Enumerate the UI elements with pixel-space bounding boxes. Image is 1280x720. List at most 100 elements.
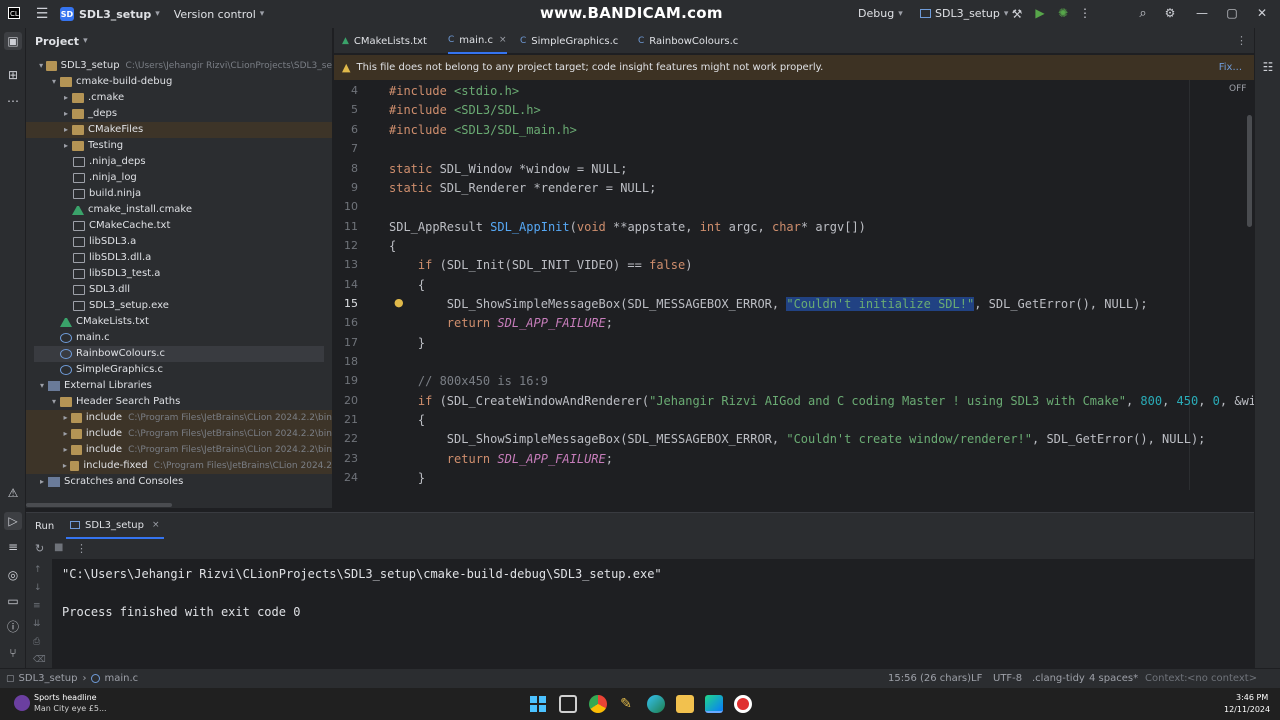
context-value[interactable]: <no context>: [1187, 673, 1257, 684]
tree-item-cmakefiles[interactable]: ▸ CMakeFiles: [26, 122, 332, 138]
project-panel-hscrollbar[interactable]: [26, 503, 172, 507]
breadcrumb-project[interactable]: SDL3_setup: [19, 673, 78, 684]
run-config-target[interactable]: SDL3_setup ▾: [920, 7, 1008, 20]
run-play-icon[interactable]: ▶: [1028, 6, 1052, 20]
indent-setting[interactable]: 4 spaces*: [1089, 673, 1138, 684]
scroll-up-icon[interactable]: ↑: [34, 565, 42, 575]
tree-item-cmake-build-debug[interactable]: ▾ cmake-build-debug: [26, 74, 332, 90]
file-encoding[interactable]: UTF-8: [993, 673, 1022, 684]
database-icon[interactable]: ☷: [1259, 58, 1277, 76]
caret-position[interactable]: 15:56 (26 chars): [888, 673, 971, 684]
tree-item-cmakelists[interactable]: CMakeLists.txt: [26, 314, 332, 330]
tab-options-icon[interactable]: ⋮: [1236, 34, 1247, 47]
bandicam-record-icon[interactable]: [734, 695, 752, 713]
fix-link[interactable]: Fix...: [1219, 62, 1242, 73]
maximize-icon[interactable]: ▢: [1220, 6, 1244, 20]
rerun-icon[interactable]: ↻: [35, 542, 44, 555]
tool-app-icon[interactable]: ✎: [617, 695, 635, 713]
tree-item-simplegraphics[interactable]: SimpleGraphics.c: [26, 362, 332, 378]
tree-item-testing[interactable]: ▸ Testing: [26, 138, 332, 154]
tree-item-header-search-paths[interactable]: ▾ Header Search Paths: [26, 394, 332, 410]
clock-date[interactable]: 12/11/2024: [1224, 705, 1270, 714]
tab-main-c[interactable]: C main.c ×: [448, 28, 507, 54]
tree-item-build-ninja[interactable]: build.ninja: [26, 186, 332, 202]
tree-item-libsdl3-a[interactable]: libSDL3.a: [26, 234, 332, 250]
breadcrumb-file[interactable]: main.c: [104, 673, 138, 684]
text-file-icon: [73, 221, 85, 231]
tree-item-ninja-deps[interactable]: .ninja_deps: [26, 154, 332, 170]
file-explorer-icon[interactable]: [676, 695, 694, 713]
task-view-icon[interactable]: [559, 695, 577, 713]
project-panel-header[interactable]: Project ▾: [26, 28, 332, 54]
structure-icon[interactable]: ⊞: [4, 66, 22, 84]
settings-gear-icon[interactable]: ⚙: [1158, 6, 1182, 20]
tab-simplegraphics[interactable]: C SimpleGraphics.c: [520, 28, 618, 54]
scroll-end-icon[interactable]: ⇊: [33, 619, 41, 629]
build-hammer-icon[interactable]: ⚒: [1005, 7, 1029, 21]
git-branch-icon[interactable]: ⑂: [4, 644, 22, 662]
tab-rainbowcolours[interactable]: C RainbowColours.c: [638, 28, 738, 54]
tree-item-cmake-install[interactable]: cmake_install.cmake: [26, 202, 332, 218]
clear-icon[interactable]: ⌫: [33, 655, 46, 665]
services-icon[interactable]: ◎: [4, 566, 22, 584]
inlay-off-label[interactable]: OFF: [1229, 84, 1246, 94]
edge-icon[interactable]: [647, 695, 665, 713]
main-menu-icon[interactable]: ☰: [30, 6, 54, 22]
tree-item-include-fixed[interactable]: ▸ include-fixed C:\Program Files\JetBrain…: [26, 458, 332, 474]
line-separator[interactable]: LF: [971, 673, 982, 684]
problems-info-icon[interactable]: ⓘ: [4, 618, 22, 636]
search-icon[interactable]: ⌕: [1131, 6, 1155, 21]
run-tool-icon[interactable]: ▷: [4, 512, 22, 530]
tab-cmakelists[interactable]: ▲ CMakeLists.txt: [342, 28, 427, 54]
close-icon[interactable]: ×: [499, 35, 507, 45]
more-actions-icon[interactable]: ⋮: [76, 542, 87, 555]
close-icon[interactable]: ✕: [1250, 6, 1274, 20]
debug-bug-icon[interactable]: ✺: [1051, 6, 1075, 20]
tree-item-include-2[interactable]: ▸ include C:\Program Files\JetBrains\CLio…: [26, 426, 332, 442]
tree-item-libsdl3-dll-a[interactable]: libSDL3.dll.a: [26, 250, 332, 266]
news-widget-icon[interactable]: [14, 695, 30, 711]
run-config-mode[interactable]: Debug ▾: [858, 7, 903, 20]
scroll-down-icon[interactable]: ↓: [34, 583, 42, 593]
left-tool-strip: ▣ ⊞ ⋯ ⚠ ▷ ≡ ◎ ▭ ⓘ ⑂: [0, 28, 26, 668]
version-control-menu[interactable]: Version control ▾: [174, 8, 265, 21]
tree-item-rainbowcolours[interactable]: RainbowColours.c: [34, 346, 324, 362]
tree-item-include-3[interactable]: ▸ include C:\Program Files\JetBrains\CLio…: [26, 442, 332, 458]
clang-tidy-status[interactable]: .clang-tidy: [1032, 673, 1085, 684]
clock-time[interactable]: 3:46 PM: [1236, 693, 1268, 702]
tree-item-external-libraries[interactable]: ▾ External Libraries: [26, 378, 332, 394]
chrome-icon[interactable]: [589, 695, 607, 713]
problems-warning-icon[interactable]: ⚠: [4, 484, 22, 502]
tree-item-cmakecache[interactable]: CMakeCache.txt: [26, 218, 332, 234]
more-tools-icon[interactable]: ⋯: [4, 92, 22, 110]
line-number: 9: [351, 181, 358, 194]
soft-wrap-icon[interactable]: ≡: [33, 601, 41, 611]
editor-vertical-scrollbar[interactable]: [1247, 115, 1252, 227]
news-title[interactable]: Sports headline: [34, 693, 97, 702]
clion-app-icon[interactable]: [705, 695, 723, 713]
tree-item-include-1[interactable]: ▸ include C:\Program Files\JetBrains\CLio…: [26, 410, 332, 426]
tree-item-scratches[interactable]: ▸ Scratches and Consoles: [26, 474, 332, 490]
folder-icon: [70, 429, 82, 439]
project-folder-icon[interactable]: ▣: [4, 32, 22, 50]
tree-item-main-c[interactable]: main.c: [26, 330, 332, 346]
tree-item-sdl3-setup-exe[interactable]: SDL3_setup.exe: [26, 298, 332, 314]
print-icon[interactable]: ⎙: [33, 637, 40, 647]
tree-item-deps[interactable]: ▸ _deps: [26, 106, 332, 122]
tree-item-cmake-dir[interactable]: ▸ .cmake: [26, 90, 332, 106]
stop-icon[interactable]: ■: [54, 542, 63, 553]
code-editor[interactable]: OFF 4 5 6 7 8 9 10 11 12 13 14 15 16 17 …: [334, 80, 1254, 490]
terminal-icon[interactable]: ▭: [4, 592, 22, 610]
tree-item-root[interactable]: ▾ SDL3_setup C:\Users\Jehangir Rizvi\CLio…: [26, 58, 332, 74]
more-actions-icon[interactable]: ⋮: [1073, 6, 1097, 20]
messages-list-icon[interactable]: ≡: [4, 538, 22, 556]
tree-item-ninja-log[interactable]: .ninja_log: [26, 170, 332, 186]
run-tab-sdl3-setup[interactable]: SDL3_setup ×: [66, 513, 164, 539]
minimize-icon[interactable]: —: [1190, 6, 1214, 20]
tree-item-libsdl3-test-a[interactable]: libSDL3_test.a: [26, 266, 332, 282]
project-switcher[interactable]: SD SDL3_setup ▾: [60, 7, 160, 21]
close-icon[interactable]: ×: [152, 520, 160, 530]
run-output-exit: Process finished with exit code 0: [62, 605, 301, 619]
windows-start-icon[interactable]: [529, 695, 547, 713]
tree-item-sdl3-dll[interactable]: SDL3.dll: [26, 282, 332, 298]
